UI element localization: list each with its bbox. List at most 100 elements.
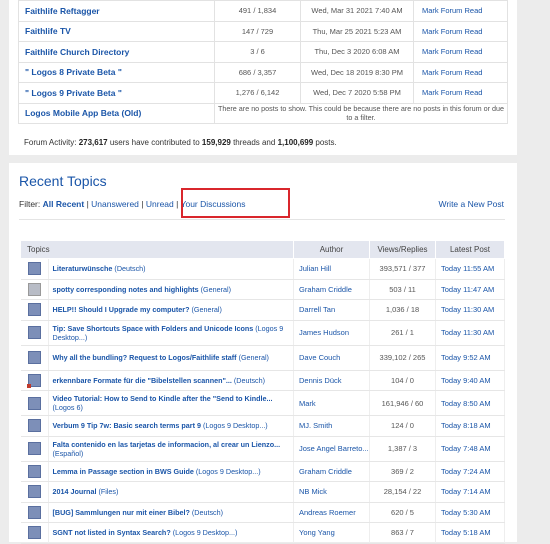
topic-title-link[interactable]: SGNT not listed in Syntax Search? — [53, 528, 171, 537]
divider — [19, 219, 505, 220]
recent-topics-panel: Recent Topics Filter: All Recent | Unans… — [9, 163, 517, 544]
topic-latest-post-link[interactable]: Today 11:30 AM — [435, 320, 505, 346]
forum-empty-note: There are no posts to show. This could b… — [214, 102, 508, 124]
forum-name-link[interactable]: Faithlife Church Directory — [18, 41, 215, 63]
write-new-post-link[interactable]: Write a New Post — [438, 199, 504, 209]
forum-row: Logos Mobile App Beta (Old) There are no … — [18, 102, 508, 124]
mark-forum-read-link[interactable]: Mark Forum Read — [413, 20, 508, 42]
topic-views-replies: 620 / 5 — [369, 502, 436, 523]
topic-hot-icon — [27, 396, 41, 410]
topic-latest-post-link[interactable]: Today 7:48 AM — [435, 436, 505, 462]
topic-author-link[interactable]: Dennis Dück — [293, 370, 370, 391]
topic-latest-post-link[interactable]: Today 7:14 AM — [435, 481, 505, 503]
topic-row: Video Tutorial: How to Send to Kindle af… — [20, 390, 505, 416]
forum-name-link[interactable]: " Logos 8 Private Beta " — [18, 61, 215, 83]
topic-views-replies: 261 / 1 — [369, 320, 436, 346]
topic-title-link[interactable]: Video Tutorial: How to Send to Kindle af… — [53, 394, 273, 403]
filter-all-recent[interactable]: All Recent — [43, 199, 85, 209]
topic-author-link[interactable]: Jose Angel Barreto... — [293, 436, 370, 462]
topic-title-link[interactable]: erkennbare Formate für die "Bibelstellen… — [53, 376, 232, 385]
forum-name-link[interactable]: " Logos 9 Private Beta " — [18, 82, 215, 104]
topic-forum-link[interactable]: (Logos 9 Desktop...) — [173, 528, 238, 537]
topic-title-link[interactable]: Tip: Save Shortcuts Space with Folders a… — [53, 324, 254, 333]
topic-author-link[interactable]: NB Mick — [293, 481, 370, 503]
topic-title-link[interactable]: Falta contenido en las tarjetas de infor… — [53, 440, 281, 449]
topic-icon — [27, 442, 41, 455]
topic-latest-post-link[interactable]: Today 11:55 AM — [435, 258, 505, 280]
topic-latest-post-link[interactable]: Today 8:18 AM — [435, 415, 505, 437]
topic-title-link[interactable]: Why all the bundling? Request to Logos/F… — [53, 353, 237, 362]
topic-forum-link[interactable]: (General) — [191, 305, 221, 314]
topic-row: SGNT not listed in Syntax Search? (Logos… — [20, 522, 505, 544]
highlight-annotation-box — [181, 188, 290, 218]
topic-title-link[interactable]: spotty corresponding notes and highlight… — [53, 285, 199, 294]
mark-forum-read-link[interactable]: Mark Forum Read — [413, 41, 508, 63]
topic-author-link[interactable]: Mark — [293, 390, 370, 416]
topic-views-replies: 161,946 / 60 — [369, 390, 436, 416]
topic-forum-link[interactable]: (Deutsch) — [114, 264, 145, 273]
topic-author-link[interactable]: Darrell Tan — [293, 299, 370, 321]
topic-forum-link[interactable]: (Español) — [53, 449, 84, 458]
forum-name-link[interactable]: Faithlife TV — [18, 20, 215, 42]
topic-forum-link[interactable]: (Logos 9 Desktop...) — [203, 421, 268, 430]
forum-counts: 1,276 / 6,142 — [214, 82, 301, 104]
filter-unanswered[interactable]: Unanswered — [91, 199, 139, 209]
activity-prefix: Forum Activity: — [24, 138, 77, 147]
topic-title-link[interactable]: Verbum 9 Tip 7w: Basic search terms part… — [53, 421, 201, 430]
topic-title-link[interactable]: HELP!! Should I Upgrade my computer? — [53, 305, 190, 314]
topic-row: Falta contenido en las tarjetas de infor… — [20, 436, 505, 462]
topic-title-link[interactable]: 2014 Journal — [53, 487, 97, 496]
topic-latest-post-link[interactable]: Today 11:47 AM — [435, 279, 505, 300]
mark-forum-read-link[interactable]: Mark Forum Read — [413, 0, 508, 22]
topic-author-link[interactable]: Yong Yang — [293, 522, 370, 544]
topic-latest-post-link[interactable]: Today 9:40 AM — [435, 370, 505, 391]
header-views-replies: Views/Replies — [369, 240, 436, 259]
topic-author-link[interactable]: Andreas Roemer — [293, 502, 370, 523]
topic-latest-post-link[interactable]: Today 8:50 AM — [435, 390, 505, 416]
topic-forum-link[interactable]: (General) — [239, 353, 269, 362]
topic-forum-link[interactable]: (Files) — [98, 487, 118, 496]
forum-name-link[interactable]: Faithlife Reftagger — [18, 0, 215, 22]
topic-latest-post-link[interactable]: Today 5:18 AM — [435, 522, 505, 544]
topic-forum-link[interactable]: (Deutsch) — [192, 508, 223, 517]
topic-latest-post-link[interactable]: Today 7:24 AM — [435, 461, 505, 482]
topic-forum-link[interactable]: (Logos 6) — [53, 403, 83, 412]
topic-author-link[interactable]: Julian Hill — [293, 258, 370, 280]
topic-icon — [27, 303, 41, 317]
topic-row: HELP!! Should I Upgrade my computer? (Ge… — [20, 299, 505, 321]
topic-author-link[interactable]: Graham Criddle — [293, 279, 370, 300]
topic-latest-post-link[interactable]: Today 11:30 AM — [435, 299, 505, 321]
mark-forum-read-link[interactable]: Mark Forum Read — [413, 61, 508, 83]
filter-unread[interactable]: Unread — [146, 199, 174, 209]
forum-name-link[interactable]: Logos Mobile App Beta (Old) — [18, 102, 215, 124]
forum-last-post: Wed, Mar 31 2021 7:40 AM — [300, 0, 414, 22]
topic-title-link[interactable]: [BUG] Sammlungen nur mit einer Bibel? — [53, 508, 190, 517]
topic-author-link[interactable]: Dave Couch — [293, 345, 370, 371]
topic-row: Literaturwünsche (Deutsch) Julian Hill 3… — [20, 258, 505, 280]
topic-row: Why all the bundling? Request to Logos/F… — [20, 345, 505, 371]
topic-author-link[interactable]: Graham Criddle — [293, 461, 370, 482]
topic-forum-link[interactable]: (Logos 9 Desktop...) — [196, 467, 261, 476]
topic-row: [BUG] Sammlungen nur mit einer Bibel? (D… — [20, 502, 505, 523]
topic-views-replies: 369 / 2 — [369, 461, 436, 482]
topic-author-link[interactable]: MJ. Smith — [293, 415, 370, 437]
topic-author-link[interactable]: James Hudson — [293, 320, 370, 346]
activity-text: users have contributed to — [109, 138, 200, 147]
mark-forum-read-link[interactable]: Mark Forum Read — [413, 82, 508, 104]
topic-title-link[interactable]: Literaturwünsche — [53, 264, 113, 273]
topic-row: erkennbare Formate für die "Bibelstellen… — [20, 370, 505, 391]
forums-panel: Faithlife Reftagger 491 / 1,834 Wed, Mar … — [9, 0, 517, 155]
topic-title-link[interactable]: Lemma in Passage section in BWS Guide — [53, 467, 194, 476]
topic-forum-link[interactable]: (General) — [201, 285, 231, 294]
topic-views-replies: 339,102 / 265 — [369, 345, 436, 371]
topic-hot-icon — [27, 485, 41, 499]
topic-views-replies: 503 / 11 — [369, 279, 436, 300]
forum-row: Faithlife Church Directory 3 / 6 Thu, Dec… — [18, 41, 508, 63]
topic-views-replies: 863 / 7 — [369, 522, 436, 544]
topic-latest-post-link[interactable]: Today 9:52 AM — [435, 345, 505, 371]
filter-separator: | — [86, 199, 89, 209]
topic-forum-link[interactable]: (Deutsch) — [234, 376, 265, 385]
forum-last-post: Wed, Dec 7 2020 5:58 PM — [300, 82, 414, 104]
topic-latest-post-link[interactable]: Today 5:30 AM — [435, 502, 505, 523]
activity-text: posts. — [315, 138, 337, 147]
